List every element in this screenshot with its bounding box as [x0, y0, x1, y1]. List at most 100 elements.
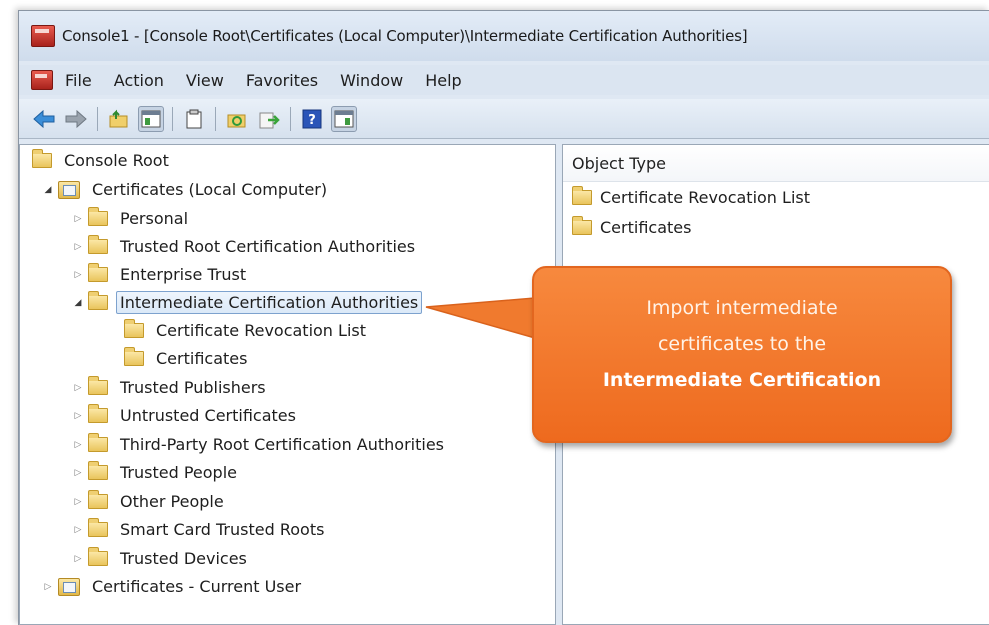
tree-item-certificate-revocation-list[interactable]: Certificate Revocation List: [124, 317, 370, 344]
tree-item-certificates-current-user[interactable]: ▷ Certificates - Current User: [42, 573, 305, 600]
expand-arrow-icon[interactable]: ▷: [72, 270, 84, 280]
folder-icon: [124, 347, 144, 366]
tree-item-smart-card-trusted-roots[interactable]: ▷ Smart Card Trusted Roots: [72, 516, 328, 543]
tree-item-label: Certificates: [156, 349, 248, 368]
menu-file[interactable]: File: [65, 69, 92, 92]
expand-arrow-icon[interactable]: ▷: [72, 497, 84, 507]
toolbar: ?: [19, 99, 989, 139]
folder-icon: [572, 185, 592, 205]
certificates-snapin-icon: [58, 180, 80, 199]
folder-icon: [88, 207, 108, 226]
menu-action[interactable]: Action: [114, 69, 164, 92]
forward-arrow-icon: [65, 109, 87, 128]
show-hide-action-pane-button[interactable]: [331, 105, 357, 132]
window-title: Console1 - [Console Root\Certificates (L…: [62, 27, 748, 45]
properties-button[interactable]: [181, 106, 207, 132]
tree-item-label: Certificates (Local Computer): [92, 180, 328, 199]
expand-arrow-icon[interactable]: ▷: [72, 242, 84, 252]
menu-window[interactable]: Window: [340, 69, 403, 92]
callout-line-3-text: Intermediate Certification: [602, 369, 882, 391]
expand-arrow-icon[interactable]: ▷: [72, 468, 84, 478]
svg-text:?: ?: [308, 113, 316, 128]
expand-arrow-icon[interactable]: ▷: [72, 440, 84, 450]
up-folder-icon: [109, 109, 128, 127]
back-button[interactable]: [31, 106, 57, 132]
export-list-button[interactable]: [256, 106, 282, 132]
tree-item-trusted-devices[interactable]: ▷ Trusted Devices: [72, 545, 251, 572]
refresh-button[interactable]: [224, 106, 250, 132]
instruction-callout: Import intermediate certificates to the …: [532, 266, 952, 443]
up-one-level-button[interactable]: [106, 106, 132, 132]
export-list-icon: [259, 112, 280, 128]
expand-arrow-icon[interactable]: ▷: [42, 582, 54, 592]
toolbar-separator: [290, 106, 291, 131]
tree-item-trusted-publishers[interactable]: ▷ Trusted Publishers: [72, 374, 270, 401]
folder-icon: [88, 490, 108, 509]
collapse-arrow-icon[interactable]: ◢: [42, 185, 54, 195]
expand-arrow-icon[interactable]: ▷: [72, 554, 84, 564]
tree-item-label: Smart Card Trusted Roots: [120, 520, 325, 539]
list-item-label: Certificates: [600, 217, 692, 237]
tree-item-personal[interactable]: ▷ Personal: [72, 205, 192, 232]
tree-item-enterprise-trust[interactable]: ▷ Enterprise Trust: [72, 261, 250, 288]
callout-line-2: certificates to the: [657, 333, 827, 355]
folder-icon: [88, 263, 108, 282]
tree-item-label: Certificate Revocation List: [156, 321, 366, 340]
tree-item-label: Console Root: [64, 151, 169, 170]
list-item-certificates[interactable]: Certificates: [563, 212, 989, 242]
folder-icon: [124, 319, 144, 338]
toolbar-separator: [215, 106, 216, 131]
menu-help[interactable]: Help: [425, 69, 461, 92]
title-bar[interactable]: Console1 - [Console Root\Certificates (L…: [19, 11, 989, 61]
expand-arrow-icon[interactable]: ▷: [72, 383, 84, 393]
tree-item-label: Enterprise Trust: [120, 265, 247, 284]
tree-item-certificates-local-computer[interactable]: ◢ Certificates (Local Computer): [42, 176, 331, 203]
forward-button[interactable]: [63, 106, 89, 132]
menu-bar: File Action View Favorites Window Help: [19, 65, 989, 95]
console-tree-pane[interactable]: Console Root ◢ Certificates (Local Compu…: [19, 144, 556, 625]
callout-line-3: Intermediate Certification: [534, 362, 950, 398]
tree-item-label: Personal: [120, 209, 189, 228]
help-button[interactable]: ?: [299, 106, 325, 132]
tree-item-label: Untrusted Certificates: [120, 406, 296, 425]
collapse-arrow-icon[interactable]: ◢: [72, 298, 84, 308]
back-arrow-icon: [33, 109, 55, 128]
tree-item-other-people[interactable]: ▷ Other People: [72, 488, 228, 515]
tree-item-label: Third-Party Root Certification Authoriti…: [120, 435, 444, 454]
menu-favorites[interactable]: Favorites: [246, 69, 318, 92]
tree-item-label: Intermediate Certification Authorities: [116, 291, 423, 314]
tree-item-third-party-root[interactable]: ▷ Third-Party Root Certification Authori…: [72, 431, 448, 458]
refresh-icon: [227, 114, 246, 127]
tree-item-untrusted-certificates[interactable]: ▷ Untrusted Certificates: [72, 402, 300, 429]
callout-line-1: Import intermediate: [646, 297, 838, 319]
column-header-object-type[interactable]: Object Type: [563, 145, 989, 182]
tree-item-trusted-people[interactable]: ▷ Trusted People: [72, 459, 241, 486]
folder-icon: [88, 376, 108, 395]
tree-item-certificates[interactable]: Certificates: [124, 345, 251, 372]
folder-icon: [88, 404, 108, 423]
tree-item-trusted-root[interactable]: ▷ Trusted Root Certification Authorities: [72, 233, 419, 260]
folder-icon: [88, 547, 108, 566]
action-pane-icon: [334, 110, 354, 127]
list-item-label: Certificate Revocation List: [600, 187, 810, 207]
folder-icon: [32, 149, 52, 168]
toolbar-separator: [172, 106, 173, 131]
mmc-app-icon[interactable]: [31, 25, 55, 47]
folder-icon: [88, 433, 108, 452]
toolbar-separator: [97, 106, 98, 131]
expand-arrow-icon[interactable]: ▷: [72, 214, 84, 224]
certificates-snapin-icon: [58, 577, 80, 596]
expand-arrow-icon[interactable]: ▷: [72, 525, 84, 535]
tree-item-label: Trusted Publishers: [120, 378, 266, 397]
menu-view[interactable]: View: [186, 69, 224, 92]
system-menu-icon[interactable]: [31, 70, 53, 90]
tree-item-console-root[interactable]: Console Root: [32, 147, 173, 174]
tree-item-intermediate-ca[interactable]: ◢ Intermediate Certification Authorities: [72, 289, 423, 316]
expand-arrow-icon[interactable]: ▷: [72, 411, 84, 421]
console-tree-icon: [141, 110, 161, 127]
tree-item-label: Other People: [120, 492, 224, 511]
folder-icon: [88, 518, 108, 537]
show-hide-console-tree-button[interactable]: [138, 105, 164, 132]
list-item-certificate-revocation-list[interactable]: Certificate Revocation List: [563, 182, 989, 212]
folder-icon: [88, 235, 108, 254]
